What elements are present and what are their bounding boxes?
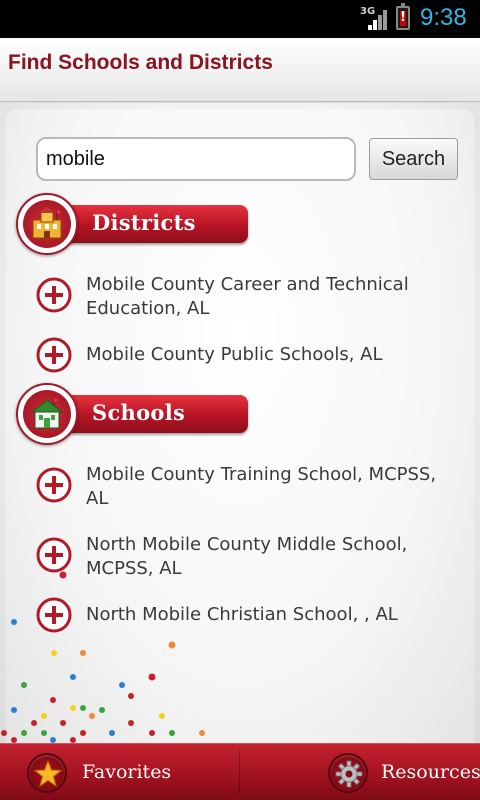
schools-label: Schools <box>92 400 186 425</box>
status-bar: 3G ! 9:38 <box>0 0 480 38</box>
battery-icon: ! <box>396 3 410 30</box>
school-result-2[interactable]: North Mobile County Middle School, MCPSS… <box>32 529 462 583</box>
battery-alert: ! <box>400 10 406 25</box>
school-house-icon <box>30 398 64 429</box>
clock: 9:38 <box>420 4 467 31</box>
school-name: Mobile County Training School, MCPSS, AL <box>86 464 437 509</box>
resources-label: Resources <box>381 761 480 783</box>
signal-icon <box>368 8 388 30</box>
bottom-tab-bar: Favorites Resources <box>0 743 480 800</box>
district-name: Mobile County Public Schools, AL <box>86 344 383 365</box>
star-icon <box>34 760 62 788</box>
tab-resources[interactable]: Resources <box>240 744 480 800</box>
gear-icon <box>335 760 363 788</box>
districts-section-header: Districts <box>16 193 252 257</box>
add-icon[interactable] <box>36 537 72 573</box>
school-name: North Mobile County Middle School, MCPSS… <box>86 534 408 579</box>
schools-section-header: Schools <box>16 383 252 447</box>
add-icon[interactable] <box>36 597 72 633</box>
school-result-3[interactable]: North Mobile Christian School, , AL <box>32 595 462 635</box>
district-building-icon <box>32 207 62 239</box>
add-icon[interactable] <box>36 277 72 313</box>
tab-favorites[interactable]: Favorites <box>0 744 240 800</box>
district-name: Mobile County Career and Technical Educa… <box>86 274 409 319</box>
district-result-1[interactable]: Mobile County Career and Technical Educa… <box>32 269 462 323</box>
content-area: Search Districts <box>0 103 480 743</box>
add-icon[interactable] <box>36 337 72 373</box>
districts-label: Districts <box>92 210 196 235</box>
search-input[interactable] <box>36 137 356 181</box>
add-icon[interactable] <box>36 467 72 503</box>
results-panel: Search Districts <box>6 109 474 743</box>
district-result-2[interactable]: Mobile County Public Schools, AL <box>32 335 462 375</box>
search-button[interactable]: Search <box>369 138 458 180</box>
school-name: North Mobile Christian School, , AL <box>86 604 398 625</box>
title-bar: Find Schools and Districts <box>0 38 480 102</box>
favorites-label: Favorites <box>82 761 172 783</box>
school-result-1[interactable]: Mobile County Training School, MCPSS, AL <box>32 459 462 513</box>
page-title: Find Schools and Districts <box>8 51 273 74</box>
